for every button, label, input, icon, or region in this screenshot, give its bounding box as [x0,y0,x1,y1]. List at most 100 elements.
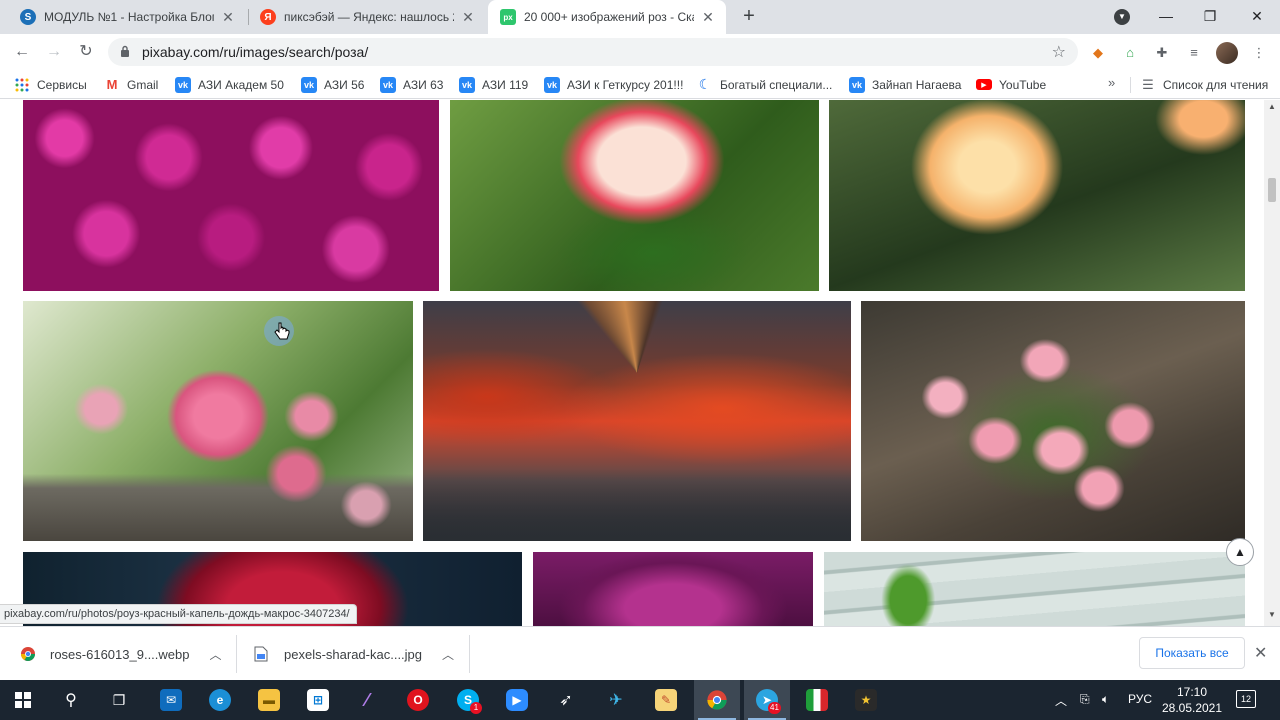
tab-search-icon[interactable]: ▼ [1114,9,1130,25]
chrome-file-icon [20,646,36,662]
bookmark-rich-specialist[interactable]: ☾ Богатый специали... [697,76,833,93]
taskbar-flag-app[interactable] [794,680,840,720]
scroll-thumb[interactable] [1268,178,1276,202]
taskbar-explorer[interactable]: ▬ [246,680,292,720]
bookmark-label: АЗИ 56 [324,77,365,92]
pointer-icon: ➶ [559,692,573,709]
task-view-icon: ❐ [112,691,126,708]
taskbar-zoom[interactable]: ▶ [494,680,540,720]
taskbar-movie-app[interactable]: ★ [843,680,889,720]
bookmark-services[interactable]: Сервисы [14,76,87,93]
close-icon[interactable]: ✕ [700,9,716,26]
bookmark-star-icon[interactable]: ☆ [1052,42,1066,62]
show-all-downloads-button[interactable]: Показать все [1139,637,1245,669]
bookmark-youtube[interactable]: ▶ YouTube [976,76,1046,93]
store-icon: ⊞ [307,689,329,711]
taskbar-paint-app[interactable]: ✎ [643,680,689,720]
bookmark-azi-akadem[interactable]: vk АЗИ Академ 50 [175,76,284,93]
image-file-icon [254,646,270,662]
cursor-hand-icon [264,316,294,346]
page-scrollbar[interactable]: ▲ ▼ [1264,100,1280,626]
taskbar-edge[interactable]: e [197,680,243,720]
new-tab-button[interactable]: + [738,6,760,28]
notification-center-icon[interactable]: 12 [1236,690,1256,708]
window-close-button[interactable]: ✕ [1245,4,1269,28]
avatar[interactable] [1216,42,1238,64]
taskbar-skype[interactable]: S 1 [445,680,491,720]
tab-wordpress[interactable]: S МОДУЛЬ №1 - Настройка Блога ✕ [8,0,246,34]
restore-button[interactable]: ❐ [1198,4,1222,28]
more-bookmarks-button[interactable]: » [1108,75,1115,90]
task-view-button[interactable]: ❐ [96,680,142,720]
lock-icon[interactable] [120,45,132,60]
tab-title: 20 000+ изображений роз - Скачать [524,10,694,24]
taskbar-bird-app[interactable]: ✈ [593,680,639,720]
bookmark-azi-63[interactable]: vk АЗИ 63 [380,76,443,93]
reading-list-button[interactable]: ☰ Список для чтения [1140,76,1268,93]
language-indicator[interactable]: РУС [1128,692,1152,706]
bookmark-label: АЗИ Академ 50 [198,77,284,92]
volume-icon[interactable]: 🔈︎ [1102,692,1109,707]
search-button[interactable]: ⚲ [48,680,94,720]
close-icon[interactable]: ✕ [1254,643,1267,663]
vk-icon: vk [301,76,317,93]
puzzle-icon[interactable]: ✚ [1153,44,1171,62]
taskbar-telegram[interactable]: ➤ 41 [744,680,790,720]
forward-button[interactable]: → [42,40,66,64]
taskbar-cursor-app[interactable]: ➶ [543,680,589,720]
extension-house-icon[interactable]: ⌂ [1121,44,1139,62]
tab-yandex[interactable]: Я пиксэбэй — Яндекс: нашлось 2 млн ✕ [248,0,486,34]
reading-list-icon: ☰ [1142,76,1154,92]
taskbar-store[interactable]: ⊞ [295,680,341,720]
bookmark-label: Богатый специали... [720,77,833,92]
yandex-icon: Я [260,9,276,25]
movie-star-icon: ★ [855,689,877,711]
taskbar-chrome[interactable] [694,680,740,720]
opera-icon: O [407,689,429,711]
photo-matterhorn-sunset[interactable] [423,301,851,541]
scroll-down-icon[interactable]: ▼ [1264,610,1280,619]
feather-icon: ⁄ [365,689,369,710]
close-icon[interactable]: ✕ [220,9,236,26]
more-menu-icon[interactable]: ⋮ [1250,44,1268,62]
reload-button[interactable]: ↻ [74,40,98,64]
bookmark-label: Зайнап Нагаева [872,77,962,92]
photo-rose-on-planks[interactable] [824,552,1245,626]
photo-red-white-rose[interactable] [450,100,819,291]
taskbar-mail[interactable]: ✉ [148,680,194,720]
start-button[interactable] [0,680,46,720]
photo-peach-rose[interactable] [829,100,1245,291]
tray-overflow-icon[interactable]: ︿ [1055,692,1067,709]
photo-magenta-roses[interactable] [23,100,439,291]
photo-purple-rose[interactable] [533,552,813,626]
network-icon[interactable]: ⎘ [1080,692,1090,707]
reading-queue-icon[interactable]: ≡ [1185,44,1203,62]
minimize-button[interactable]: — [1154,4,1178,28]
download-item[interactable]: pexels-sharad-kac....jpg ︿ [254,637,454,671]
scroll-up-icon[interactable]: ▲ [1264,102,1280,111]
back-to-top-button[interactable]: ▲ [1226,538,1254,566]
edge-icon: e [209,689,231,711]
windows-taskbar: ⚲ ❐ ✉ e ▬ ⊞ ⁄ O S 1 ▶ ➶ ✈ ✎ ➤ 41 ★ ︿ ⎘ 🔈… [0,680,1280,720]
bookmark-azi-56[interactable]: vk АЗИ 56 [301,76,364,93]
taskbar-opera[interactable]: O [395,680,441,720]
bookmark-azi-getcourse[interactable]: vk АЗИ к Геткурсу 201!!! [544,76,683,93]
url-text: pixabay.com/ru/images/search/роза/ [142,44,369,60]
close-icon[interactable]: ✕ [460,9,476,26]
metamask-icon[interactable]: ◆ [1089,44,1107,62]
bookmark-azi-119[interactable]: vk АЗИ 119 [459,76,528,93]
taskbar-clock[interactable]: 17:10 28.05.2021 [1160,684,1224,716]
chevron-up-icon[interactable]: ︿ [442,646,454,663]
taskbar-feather[interactable]: ⁄ [344,680,390,720]
tab-pixabay[interactable]: px 20 000+ изображений роз - Скачать ✕ [488,0,726,34]
photo-pink-carnations-bench[interactable] [861,301,1245,541]
bookmark-zaynap[interactable]: vk Зайнап Нагаева [849,76,961,93]
download-item[interactable]: roses-616013_9....webp ︿ [20,637,222,671]
back-button[interactable]: ← [10,40,34,64]
zoom-icon: ▶ [506,689,528,711]
photo-pink-roses-wood[interactable] [23,301,413,541]
address-bar[interactable]: pixabay.com/ru/images/search/роза/ ☆ [108,38,1078,66]
paint-icon: ✎ [655,689,677,711]
bookmark-gmail[interactable]: M Gmail [104,76,159,93]
chevron-up-icon[interactable]: ︿ [209,646,221,663]
